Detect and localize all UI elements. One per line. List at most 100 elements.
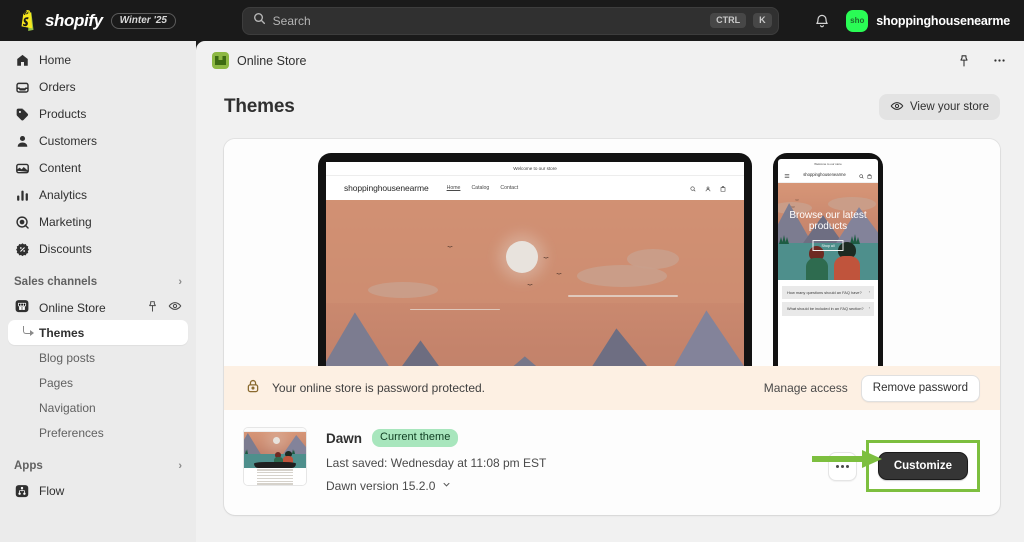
sidebar-item-discounts[interactable]: Discounts xyxy=(8,237,188,261)
store-nav-icons xyxy=(690,179,726,197)
sidebar-item-label: Pages xyxy=(39,375,74,390)
sidebar-item-online-store[interactable]: Online Store xyxy=(8,295,188,320)
remove-password-button[interactable]: Remove password xyxy=(860,374,980,402)
sidebar-item-navigation[interactable]: Navigation xyxy=(8,395,188,420)
faq-item-label: How many questions should an FAQ have? xyxy=(787,290,862,295)
sidebar-item-label: Blog posts xyxy=(39,350,96,365)
sidebar-item-label: Analytics xyxy=(39,188,88,202)
nested-arrow-icon xyxy=(23,326,34,336)
sidebar-item-orders[interactable]: Orders xyxy=(8,75,188,99)
person-icon xyxy=(14,133,30,149)
search-icon xyxy=(859,166,864,184)
hero-person-left xyxy=(806,246,828,280)
nav-link-catalog: Catalog xyxy=(471,185,490,191)
sidebar-item-pages[interactable]: Pages xyxy=(8,370,188,395)
avatar: sho xyxy=(846,9,869,32)
sidebar-item-products[interactable]: Products xyxy=(8,102,188,126)
account-icon xyxy=(705,179,711,197)
eye-icon[interactable] xyxy=(168,299,182,316)
season-badge: Winter '25 xyxy=(110,12,176,29)
sidebar-section-apps[interactable]: Apps › xyxy=(8,454,188,477)
sidebar-item-label: Flow xyxy=(39,484,65,498)
search-placeholder: Search xyxy=(272,13,311,28)
account-menu[interactable]: sho shoppinghousenearme xyxy=(846,9,1010,32)
mobile-store-nav: shoppinghousenearme xyxy=(778,168,878,183)
content-media-icon xyxy=(14,160,30,176)
mobile-hero-heading: Browse our latest products xyxy=(789,210,867,232)
channel-actions xyxy=(146,299,182,316)
main-header: Online Store xyxy=(196,41,1024,80)
cart-icon xyxy=(867,166,872,184)
faq-item: How many questions should an FAQ have? › xyxy=(782,286,874,300)
hero-bird xyxy=(527,284,533,287)
thumbnail-footer xyxy=(244,468,306,485)
search-icon xyxy=(253,12,266,30)
sidebar-item-label: Online Store xyxy=(39,300,106,315)
mobile-faq-section: How many questions should an FAQ have? ›… xyxy=(778,280,878,316)
desktop-preview[interactable]: Welcome to our store shoppinghousenearme… xyxy=(318,153,752,366)
chevron-right-icon: › xyxy=(178,275,182,288)
sidebar-item-label: Customers xyxy=(39,134,98,148)
theme-version-selector[interactable]: Dawn version 15.2.0 xyxy=(326,479,546,493)
sidebar-item-themes[interactable]: Themes xyxy=(8,320,188,345)
storefront-preview: Welcome to our store shoppinghousenearme… xyxy=(224,139,1000,366)
mobile-preview[interactable]: Welcome to our store shoppinghousenearme xyxy=(773,153,883,366)
megaphone-target-icon xyxy=(14,214,30,230)
sidebar-item-blog-posts[interactable]: Blog posts xyxy=(8,345,188,370)
hero-cloud xyxy=(626,248,679,269)
hero-sun xyxy=(272,437,280,445)
faq-item: What should be included in an FAQ sectio… xyxy=(782,302,874,316)
hero-bird xyxy=(447,246,453,249)
online-store-icon xyxy=(212,52,229,69)
shortcut-ctrl: CTRL xyxy=(710,13,747,28)
mobile-hero-illustration: Browse our latest products Shop all xyxy=(778,183,878,280)
search-icon xyxy=(690,179,696,197)
customize-button[interactable]: Customize xyxy=(877,452,968,480)
discount-tag-icon xyxy=(14,241,30,257)
sidebar-item-customers[interactable]: Customers xyxy=(8,129,188,153)
pin-icon[interactable] xyxy=(953,50,975,72)
bar-chart-icon xyxy=(14,187,30,203)
sidebar-item-flow[interactable]: Flow xyxy=(8,479,188,503)
more-horizontal-icon[interactable] xyxy=(988,50,1010,72)
nav-link-home: Home xyxy=(446,185,461,191)
storefront-icon xyxy=(14,298,30,317)
flow-icon xyxy=(14,483,30,499)
sidebar-item-home[interactable]: Home xyxy=(8,48,188,72)
orders-inbox-icon xyxy=(14,79,30,95)
sidebar-item-marketing[interactable]: Marketing xyxy=(8,210,188,234)
shopify-brand[interactable]: shopify Winter '25 xyxy=(0,10,208,31)
sidebar-item-label: Orders xyxy=(39,80,76,94)
lock-icon xyxy=(245,378,261,399)
chevron-right-icon: › xyxy=(178,459,182,472)
chevron-right-icon: › xyxy=(868,306,870,311)
breadcrumb[interactable]: Online Store xyxy=(212,52,306,69)
sidebar-item-label: Themes xyxy=(39,325,85,340)
mobile-screen: Welcome to our store shoppinghousenearme xyxy=(778,159,878,366)
hero-cloud xyxy=(828,196,876,211)
theme-card: Welcome to our store shoppinghousenearme… xyxy=(224,139,1000,516)
theme-last-saved: Last saved: Wednesday at 11:08 pm EST xyxy=(326,456,547,471)
sidebar-item-label: Home xyxy=(39,53,72,67)
sidebar-section-sales-channels[interactable]: Sales channels › xyxy=(8,270,188,293)
desktop-hero-illustration xyxy=(326,200,744,366)
hero-trees xyxy=(245,448,249,454)
sidebar-item-analytics[interactable]: Analytics xyxy=(8,183,188,207)
pin-icon[interactable] xyxy=(146,300,159,316)
desktop-screen: Welcome to our store shoppinghousenearme… xyxy=(326,162,744,366)
bell-icon[interactable] xyxy=(812,11,832,31)
manage-access-link[interactable]: Manage access xyxy=(764,381,848,395)
sidebar-item-label: Content xyxy=(39,161,82,175)
page-title-row: Themes View your store xyxy=(196,80,1024,120)
chevron-down-icon xyxy=(441,479,452,493)
search-input[interactable]: Search CTRL K xyxy=(241,6,779,35)
green-arrow-icon xyxy=(812,448,884,475)
breadcrumb-label: Online Store xyxy=(237,53,307,68)
sidebar-item-preferences[interactable]: Preferences xyxy=(8,420,188,445)
shopify-logo-icon xyxy=(18,10,37,31)
view-your-store-button[interactable]: View your store xyxy=(878,94,1000,120)
main-content: Online Store Themes View your store Welc… xyxy=(196,41,1024,542)
sidebar-item-content[interactable]: Content xyxy=(8,156,188,180)
store-logo: shoppinghousenearme xyxy=(803,172,846,178)
password-banner-message: Your online store is password protected. xyxy=(272,381,486,395)
